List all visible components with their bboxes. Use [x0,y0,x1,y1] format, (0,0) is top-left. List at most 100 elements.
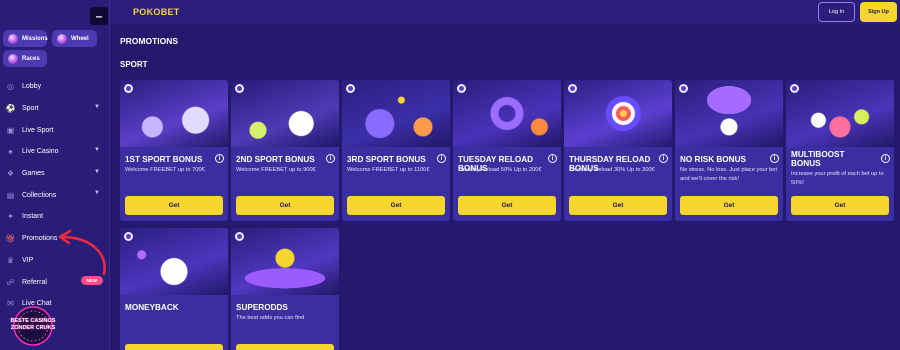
sidebar-collapse-button[interactable]: – [90,7,108,25]
sidebar-item-label: Promotions [22,235,58,243]
sidebar-item-games[interactable]: ❖ Games ▼ [0,163,110,185]
promo-card: MONEYBACK Get [120,228,228,350]
sidebar-item-label: Sport [22,105,39,113]
get-button[interactable]: Get [125,196,223,215]
sport-badge-icon [457,84,466,93]
promo-title: NO RISK BONUS [680,155,746,164]
games-icon: ❖ [6,169,15,179]
quick-link-wheel[interactable]: Wheel [52,30,97,47]
sport-badge-icon [790,84,799,93]
wheel-icon [57,33,67,44]
new-badge: NEW [80,276,103,286]
info-icon[interactable]: i [326,154,335,163]
get-button[interactable]: Get [125,344,223,350]
promo-card: NO RISK BONUS i No stress. No loss. Just… [675,80,783,221]
info-icon[interactable]: i [659,154,668,163]
chevron-down-icon[interactable]: ▼ [94,190,100,196]
promo-image [231,80,339,147]
quick-link-races[interactable]: Races [3,50,47,67]
promo-card: TUESDAY RELOAD BONUS i Tuesday Reload 50… [453,80,561,221]
sidebar-item-lobby[interactable]: ◎ Lobby [0,76,110,98]
sidebar-item-label: Referral [22,278,47,286]
promo-card: SUPERODDS The best odds you can find Get [231,228,339,350]
login-button[interactable]: Log In [818,2,855,22]
live-casino-icon: ♠ [8,147,13,157]
sidebar-item-sport[interactable]: ⚽ Sport ▼ [0,98,110,120]
get-button[interactable]: Get [791,196,889,215]
lobby-icon: ◎ [7,82,14,92]
promo-title: 3RD SPORT BONUS [347,155,426,164]
get-button[interactable]: Get [458,196,556,215]
page-title: PROMOTIONS [120,36,179,46]
promo-description: No stress. No loss. Just place your bet … [680,167,778,182]
promo-description: Increase your profit of each bet up to 5… [791,171,884,186]
section-title: SPORT [120,60,148,69]
signup-button[interactable]: Sign Up [860,2,897,22]
promo-title: MULTIBOOST BONUS [791,150,845,169]
sidebar-item-label: Lobby [22,83,42,91]
sport-badge-icon [235,232,244,241]
brand-logo[interactable]: POKOBET [133,7,180,17]
sidebar-item-live-casino[interactable]: ♠ Live Casino ▼ [0,141,110,163]
quick-link-label: Wheel [71,35,89,42]
sidebar: – Missions Wheel Races ◎ Lobby ⚽ Sport ▼… [0,0,110,350]
sidebar-item-label: Collections [22,191,57,199]
sidebar-item-collections[interactable]: ▤ Collections ▼ [0,184,110,206]
live-sport-icon: ▣ [6,125,15,135]
info-icon[interactable]: i [548,154,557,163]
promo-image [453,80,561,147]
promo-description: Welcome FREEBET up to 900€ [236,167,316,173]
sidebar-nav: ◎ Lobby ⚽ Sport ▼ ▣ Live Sport ♠ Live Ca… [0,76,110,315]
info-icon[interactable]: i [437,154,446,163]
promo-title: SUPERODDS [236,303,288,312]
get-button[interactable]: Get [680,196,778,215]
instant-icon: ✦ [7,212,14,222]
sidebar-item-instant[interactable]: ✦ Instant [0,206,110,228]
referral-icon: ☍ [6,277,15,287]
get-button[interactable]: Get [347,196,445,215]
quick-link-missions[interactable]: Missions [3,30,48,47]
chevron-down-icon[interactable]: ▼ [94,104,100,110]
sport-badge-icon [679,84,688,93]
info-icon[interactable]: i [881,154,890,163]
promo-image [231,228,339,295]
quick-link-label: Races [22,55,40,62]
promo-description: The best odds you can find [236,315,305,321]
promo-image [120,228,228,295]
promo-title: 1ST SPORT BONUS [125,155,203,164]
annotation-arrow-icon [58,229,106,276]
promo-card: 2ND SPORT BONUS i Welcome FREEBET up to … [231,80,339,221]
missions-icon [8,33,18,44]
info-icon[interactable]: i [215,154,224,163]
sport-icon: ⚽ [5,104,16,114]
promo-card: THURSDAY RELOAD BONUS i Thursday Reload … [564,80,672,221]
sidebar-item-label: VIP [22,256,34,264]
quick-link-label: Missions [22,35,48,42]
promo-image [786,80,894,147]
sidebar-item-label: Live Sport [22,126,54,134]
info-icon[interactable]: i [770,154,779,163]
sidebar-item-live-sport[interactable]: ▣ Live Sport [0,119,110,141]
chevron-down-icon[interactable]: ▼ [94,147,100,153]
promo-image [564,80,672,147]
gift-icon: 🎁︎ [5,234,16,244]
sport-badge-icon [124,232,133,241]
promo-image [342,80,450,147]
promo-description: Tuesday Reload 50% Up to 200€ [458,167,542,173]
promo-description: Welcome FREEBET up to 1100€ [347,167,430,173]
get-button[interactable]: Get [569,196,667,215]
chevron-down-icon[interactable]: ▼ [94,169,100,175]
collections-icon: ▤ [6,190,15,200]
promo-card: MULTIBOOST BONUS i Increase your profit … [786,80,894,221]
sport-badge-icon [346,84,355,93]
sidebar-item-label: Live Casino [22,148,59,156]
sport-badge-icon [124,84,133,93]
promo-card: 3RD SPORT BONUS i Welcome FREEBET up to … [342,80,450,221]
get-button[interactable]: Get [236,196,334,215]
overlay-logo-text: BESTE CASINOS ZONDER CRUKS [10,318,56,331]
promo-image [675,80,783,147]
get-button[interactable]: Get [236,344,334,350]
promo-description: Thursday Reload 30% Up to 300€ [569,167,655,173]
top-bar: POKOBET Log In Sign Up [110,0,900,24]
promo-title: 2ND SPORT BONUS [236,155,315,164]
